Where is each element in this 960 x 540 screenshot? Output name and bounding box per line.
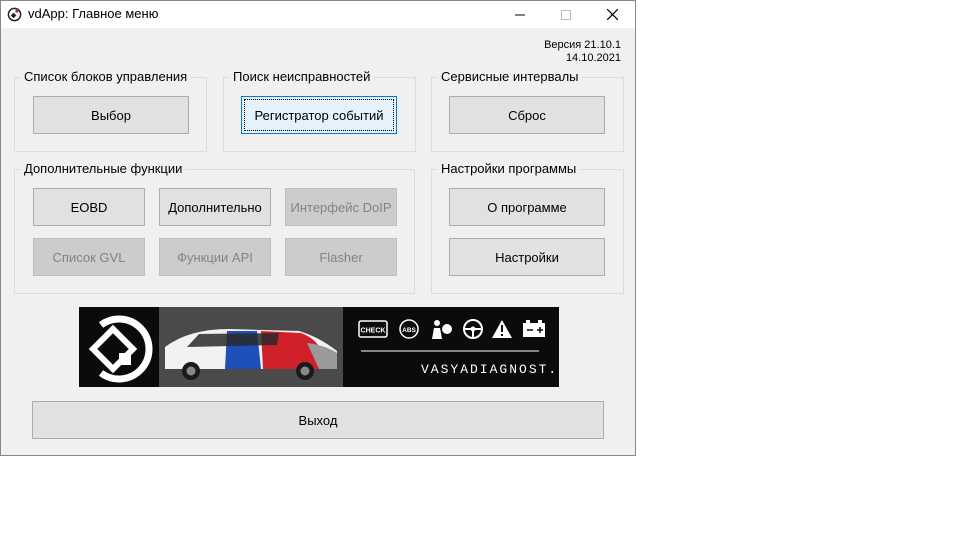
group-additional-functions: Дополнительные функции EOBD Дополнительн…: [14, 161, 415, 294]
group-label-control-blocks: Список блоков управления: [21, 69, 191, 84]
version-number: Версия 21.10.1: [544, 39, 621, 51]
exit-button[interactable]: Выход: [32, 401, 604, 439]
minimize-button[interactable]: [497, 1, 543, 28]
check-engine-icon: CHECK: [358, 320, 388, 338]
battery-icon: [523, 320, 545, 337]
window-title: vdApp: Главное меню: [28, 6, 159, 21]
steering-icon: [463, 319, 483, 339]
group-control-blocks: Список блоков управления Выбор: [14, 69, 207, 152]
version-info: Версия 21.10.1 14.10.2021: [544, 39, 621, 65]
event-recorder-button[interactable]: Регистратор событий: [241, 96, 397, 134]
reset-button[interactable]: Сброс: [449, 96, 605, 134]
group-fault-search: Поиск неисправностей Регистратор событий: [223, 69, 416, 152]
app-window: vdApp: Главное меню Версия 21.10.1 14.10…: [0, 0, 636, 456]
svg-text:CHECK: CHECK: [361, 328, 386, 335]
group-label-program-settings: Настройки программы: [438, 161, 580, 176]
group-service-intervals: Сервисные интервалы Сброс: [431, 69, 624, 152]
maximize-button[interactable]: [543, 1, 589, 28]
abs-icon: ABS: [399, 319, 419, 339]
version-date: 14.10.2021: [565, 52, 621, 64]
vasyadiagnost-banner[interactable]: CHECK ABS VASYADIAGNOST.: [79, 307, 559, 387]
minimize-icon: [515, 14, 525, 15]
group-program-settings: Настройки программы О программе Настройк…: [431, 161, 624, 294]
close-button[interactable]: [589, 1, 635, 28]
warning-icon: [492, 320, 512, 338]
doip-interface-button[interactable]: Интерфейс DoIP: [285, 188, 397, 226]
vasyadiagnost-logo-icon: [88, 315, 153, 383]
api-functions-button[interactable]: Функции API: [159, 238, 271, 276]
group-label-fault-search: Поиск неисправностей: [230, 69, 374, 84]
close-icon: [606, 9, 618, 20]
about-button[interactable]: О программе: [449, 188, 605, 226]
group-label-service-intervals: Сервисные интервалы: [438, 69, 582, 84]
eobd-button[interactable]: EOBD: [33, 188, 145, 226]
flasher-button[interactable]: Flasher: [285, 238, 397, 276]
group-label-additional-functions: Дополнительные функции: [21, 161, 186, 176]
maximize-icon: [561, 9, 571, 20]
title-bar[interactable]: vdApp: Главное меню: [1, 1, 635, 28]
additional-button[interactable]: Дополнительно: [159, 188, 271, 226]
settings-button[interactable]: Настройки: [449, 238, 605, 276]
vd-logo-icon: [7, 7, 22, 22]
select-button[interactable]: Выбор: [33, 96, 189, 134]
banner-site-text: VASYADIAGNOST.COM: [421, 362, 559, 377]
airbag-icon: [432, 320, 452, 339]
gvl-list-button[interactable]: Список GVL: [33, 238, 145, 276]
svg-text:ABS: ABS: [402, 327, 416, 334]
